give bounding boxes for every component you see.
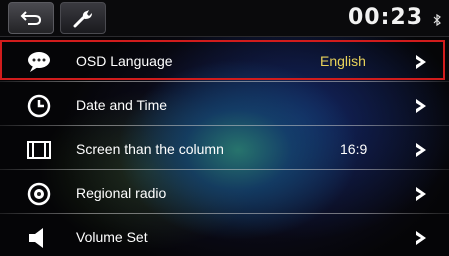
- row-divider: [0, 213, 449, 214]
- row-divider: [0, 125, 449, 126]
- speaker-icon: [29, 228, 43, 248]
- selection-highlight: [0, 40, 445, 80]
- top-bar: 00:23: [0, 0, 449, 37]
- settings-tool-button[interactable]: [60, 2, 106, 34]
- menu-item-label: Regional radio: [76, 185, 167, 201]
- chevron-right-icon: [416, 99, 426, 113]
- row-divider: [0, 81, 449, 82]
- settings-screen: 00:23 OSD Language English Date and Time…: [0, 0, 449, 256]
- back-button[interactable]: [8, 2, 54, 34]
- menu-item-label: Volume Set: [76, 229, 148, 245]
- row-divider: [0, 169, 449, 170]
- wrench-icon: [73, 10, 92, 28]
- chevron-right-icon: [416, 143, 426, 157]
- menu-item-date-time[interactable]: Date and Time: [0, 86, 449, 126]
- menu-item-regional-radio[interactable]: Regional radio: [0, 174, 449, 214]
- clock-time: 00:23: [347, 5, 423, 30]
- menu-item-label: Screen than the column: [76, 141, 224, 157]
- chevron-right-icon: [416, 231, 426, 245]
- menu-item-volume-set[interactable]: Volume Set: [0, 218, 449, 256]
- back-arrow-icon: [20, 11, 42, 25]
- menu-item-value: 16:9: [340, 141, 368, 157]
- bluetooth-icon: [433, 14, 441, 26]
- clock-icon: [27, 94, 51, 118]
- menu-item-screen-ratio[interactable]: Screen than the column 16:9: [0, 130, 449, 170]
- screen-ratio-icon: [27, 141, 51, 159]
- radio-disc-icon: [27, 182, 51, 206]
- chevron-right-icon: [416, 187, 426, 201]
- menu-item-label: Date and Time: [76, 97, 168, 113]
